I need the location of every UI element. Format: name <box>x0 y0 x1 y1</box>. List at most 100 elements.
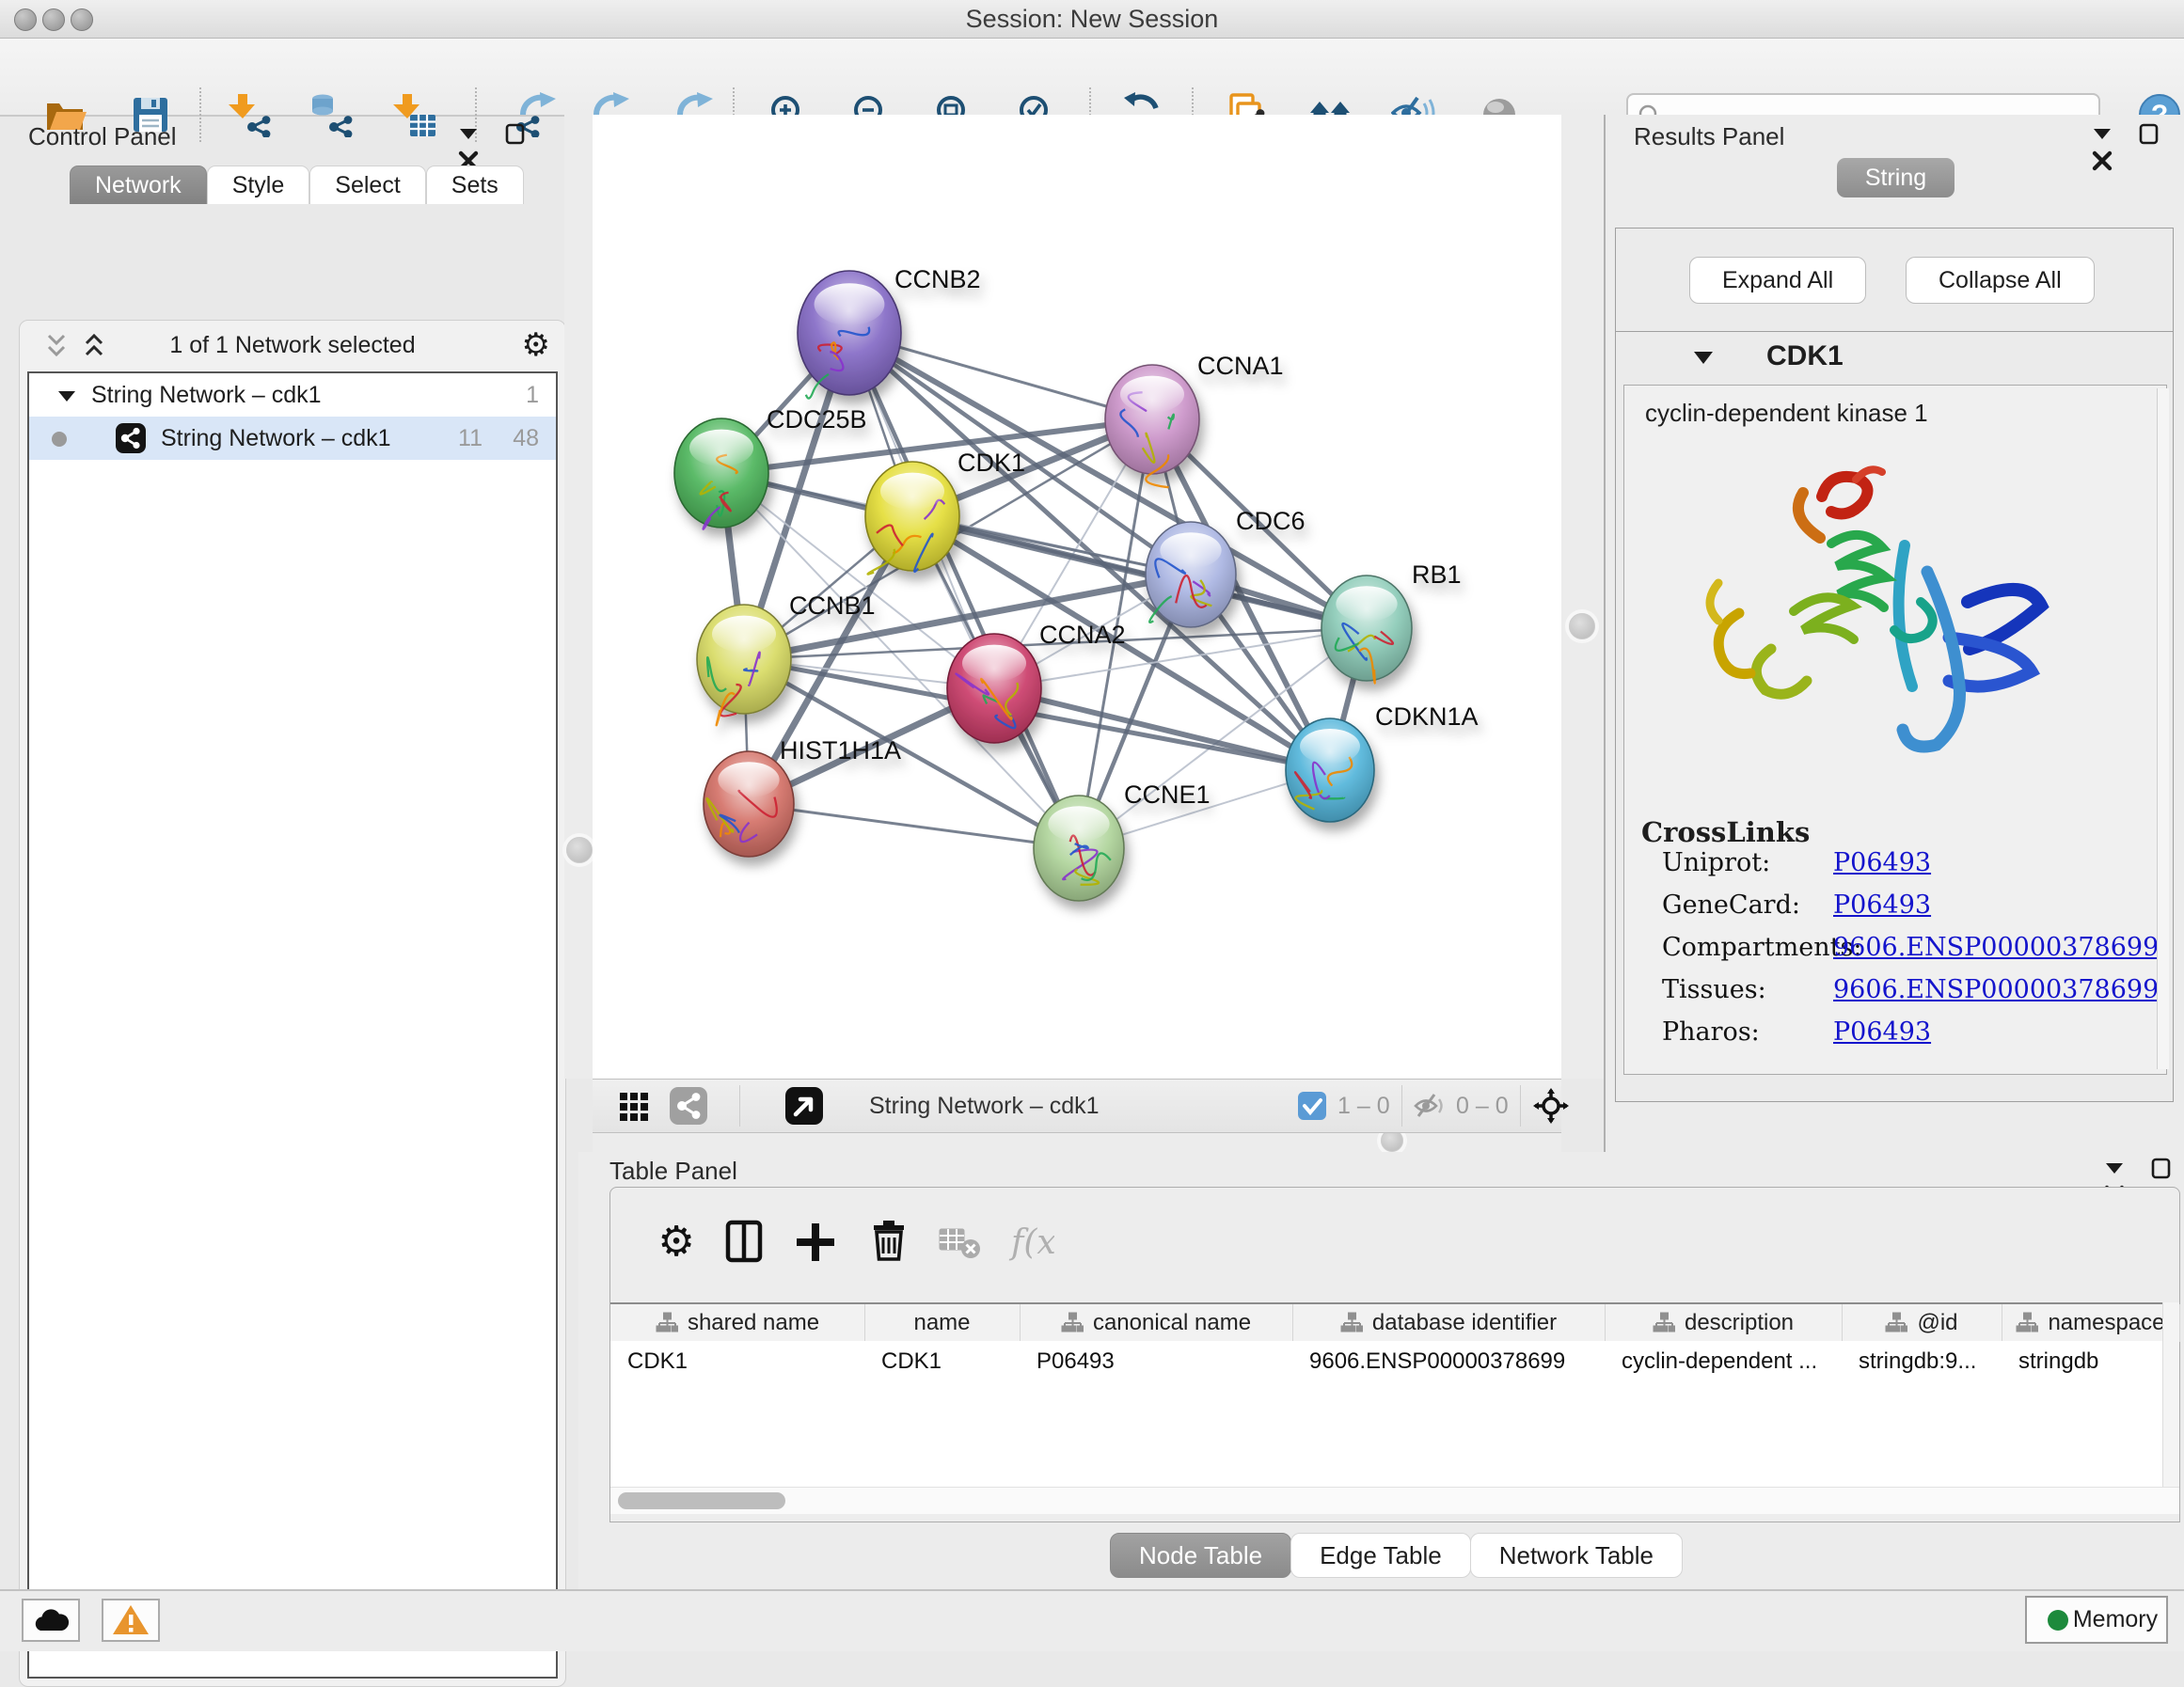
crosslink-label: Tissues: <box>1662 975 1766 1004</box>
column-namespace-icon <box>1885 1311 1907 1333</box>
panel-float-icon[interactable] <box>2103 1159 2126 1182</box>
node-RB1[interactable]: RB1 <box>1321 560 1462 684</box>
network-view-toolbar: String Network – cdk1 1 – 0 0 – 0 <box>593 1079 1561 1133</box>
node-CDK1[interactable]: CDK1 <box>865 449 1025 575</box>
node-label: CDC25B <box>767 405 867 434</box>
table-cell: P06493 <box>1020 1341 1292 1381</box>
results-actions-box: Expand All Collapse All <box>1615 228 2174 333</box>
node-CCNB2[interactable]: CCNB2 <box>798 265 981 399</box>
node-label: HIST1H1A <box>780 736 901 765</box>
table-cell: stringdb <box>2002 1341 2179 1381</box>
table-options-button[interactable]: ⚙ <box>652 1218 701 1267</box>
warning-button[interactable] <box>102 1599 160 1642</box>
tab-node-table[interactable]: Node Table <box>1110 1533 1291 1578</box>
network-view-title: String Network – cdk1 <box>869 1080 1100 1132</box>
panel-maximize-icon[interactable] <box>2150 1157 2173 1184</box>
node-label: CCNA1 <box>1197 352 1284 380</box>
protein-card-header[interactable]: CDK1 <box>1616 332 2173 385</box>
table-toolbar: ⚙ f(x) <box>610 1188 2179 1302</box>
crosslink-row: Uniprot: P06493 <box>1662 848 2151 877</box>
collection-name: String Network – cdk1 <box>91 382 322 408</box>
node-CCNE1[interactable]: CCNE1 <box>1034 780 1211 901</box>
node-CCNA1[interactable]: CCNA1 <box>1105 352 1284 487</box>
table-hscroll-thumb[interactable] <box>618 1492 785 1509</box>
crosslink-link[interactable]: P06493 <box>1833 1017 1931 1047</box>
column-header-shared-name[interactable]: shared name <box>610 1304 865 1342</box>
results-scrollbar[interactable] <box>2157 388 2169 1069</box>
collapse-all-button[interactable]: Collapse All <box>1906 257 2095 304</box>
tab-network[interactable]: Network <box>70 166 207 204</box>
hidden-eye-icon[interactable] <box>1413 1091 1447 1126</box>
table-panel: Table Panel ⚙f(x) shared namenamecanonic… <box>578 1152 2184 1589</box>
fit-crosshair-icon[interactable] <box>1533 1088 1569 1128</box>
column-header-name[interactable]: name <box>864 1304 1021 1342</box>
expand-all-button[interactable]: Expand All <box>1689 257 1866 304</box>
table-cell: cyclin-dependent ... <box>1605 1341 1842 1381</box>
function-builder-button[interactable]: f(x) <box>1005 1218 1054 1267</box>
crosslink-row: Tissues: 9606.ENSP00000378699 <box>1662 975 2151 1004</box>
status-bar: Memory <box>0 1589 2184 1651</box>
string-view-icon[interactable] <box>670 1087 707 1129</box>
tab-select[interactable]: Select <box>309 166 425 204</box>
crosslink-row: GeneCard: P06493 <box>1662 891 2151 920</box>
node-HIST1H1A[interactable]: HIST1H1A <box>704 736 901 857</box>
delete-column-button[interactable] <box>864 1218 913 1267</box>
crosslink-link[interactable]: 9606.ENSP00000378699 <box>1833 975 2159 1004</box>
cloud-button[interactable] <box>22 1599 80 1642</box>
node-CDKN1A[interactable]: CDKN1A <box>1286 702 1479 822</box>
panel-float-icon[interactable] <box>2091 124 2113 148</box>
left-splitter[interactable] <box>564 115 593 1079</box>
column-namespace-icon <box>1061 1311 1084 1333</box>
network-edge-count: 48 <box>513 417 539 460</box>
network-options-gear-icon[interactable]: ⚙ <box>522 321 550 370</box>
column-header-canonical-name[interactable]: canonical name <box>1020 1304 1293 1342</box>
selected-count: 1 – 0 <box>1337 1080 1390 1132</box>
table-row[interactable]: CDK1CDK1P064939606.ENSP00000378699cyclin… <box>610 1341 2179 1381</box>
crosslink-link[interactable]: 9606.ENSP00000378699 <box>1833 933 2159 962</box>
node-label: CDK1 <box>957 449 1025 477</box>
add-column-button[interactable] <box>791 1218 840 1267</box>
show-columns-button[interactable] <box>720 1218 769 1267</box>
left-splitter-handle[interactable] <box>566 837 593 863</box>
node-CCNB1[interactable]: CCNB1 <box>697 591 876 725</box>
right-splitter-handle[interactable] <box>1569 613 1595 639</box>
networks-selected-header: 1 of 1 Network selected <box>169 332 415 358</box>
column-header-description[interactable]: description <box>1605 1304 1843 1342</box>
node-label: CCNB1 <box>789 591 876 620</box>
birds-eye-view-icon[interactable] <box>785 1087 823 1129</box>
tab-sets[interactable]: Sets <box>426 166 524 204</box>
table-vertical-scrollbar[interactable] <box>2162 1302 2179 1487</box>
delete-table-button[interactable] <box>936 1218 985 1267</box>
network-canvas[interactable]: CCNB2 CCNA1 CDC25B CDK1 CDC6 RB1 CCNB1 <box>593 115 1561 1079</box>
crosslink-link[interactable]: P06493 <box>1833 891 1931 920</box>
tab-network-table[interactable]: Network Table <box>1470 1533 1683 1578</box>
panel-float-icon[interactable] <box>457 124 480 148</box>
column-header-database-identifier[interactable]: database identifier <box>1292 1304 1606 1342</box>
tab-style[interactable]: Style <box>207 166 310 204</box>
network-row[interactable]: String Network – cdk1 11 48 <box>29 417 556 460</box>
tab-string[interactable]: String <box>1606 158 2184 197</box>
network-collection-row[interactable]: String Network – cdk1 1 <box>29 373 556 417</box>
table-cell: CDK1 <box>610 1341 864 1381</box>
right-splitter[interactable] <box>1561 115 1604 1079</box>
panel-maximize-icon[interactable] <box>504 122 527 150</box>
column-header--id[interactable]: @id <box>1842 1304 2002 1342</box>
string-network-icon <box>116 423 146 467</box>
network-collection-group: 1 of 1 Network selected ⚙ String Network… <box>19 320 566 1687</box>
crosslink-label: Uniprot: <box>1662 848 1770 877</box>
table-header-row: shared namenamecanonical namedatabase id… <box>610 1302 2179 1343</box>
protein-details: cyclin-dependent kinase 1 <box>1623 385 2167 1075</box>
table-horizontal-scrollbar[interactable] <box>610 1487 2179 1514</box>
function-builder-icon: f(x) <box>1005 1218 1054 1267</box>
selected-checkbox-icon[interactable] <box>1298 1092 1326 1125</box>
grid-view-icon[interactable] <box>619 1092 649 1127</box>
bottom-splitter[interactable] <box>593 1131 1561 1152</box>
protein-expander-icon[interactable] <box>1691 348 1716 373</box>
protein-card: CDK1 cyclin-dependent kinase 1 <box>1615 331 2174 1102</box>
svg-text:⚙: ⚙ <box>657 1218 694 1266</box>
crosslink-link[interactable]: P06493 <box>1833 848 1931 877</box>
column-header-namespace[interactable]: namespace <box>2002 1304 2180 1342</box>
panel-maximize-icon[interactable] <box>2138 122 2160 150</box>
tab-edge-table[interactable]: Edge Table <box>1290 1533 1471 1578</box>
memory-button[interactable]: Memory <box>2025 1596 2168 1644</box>
